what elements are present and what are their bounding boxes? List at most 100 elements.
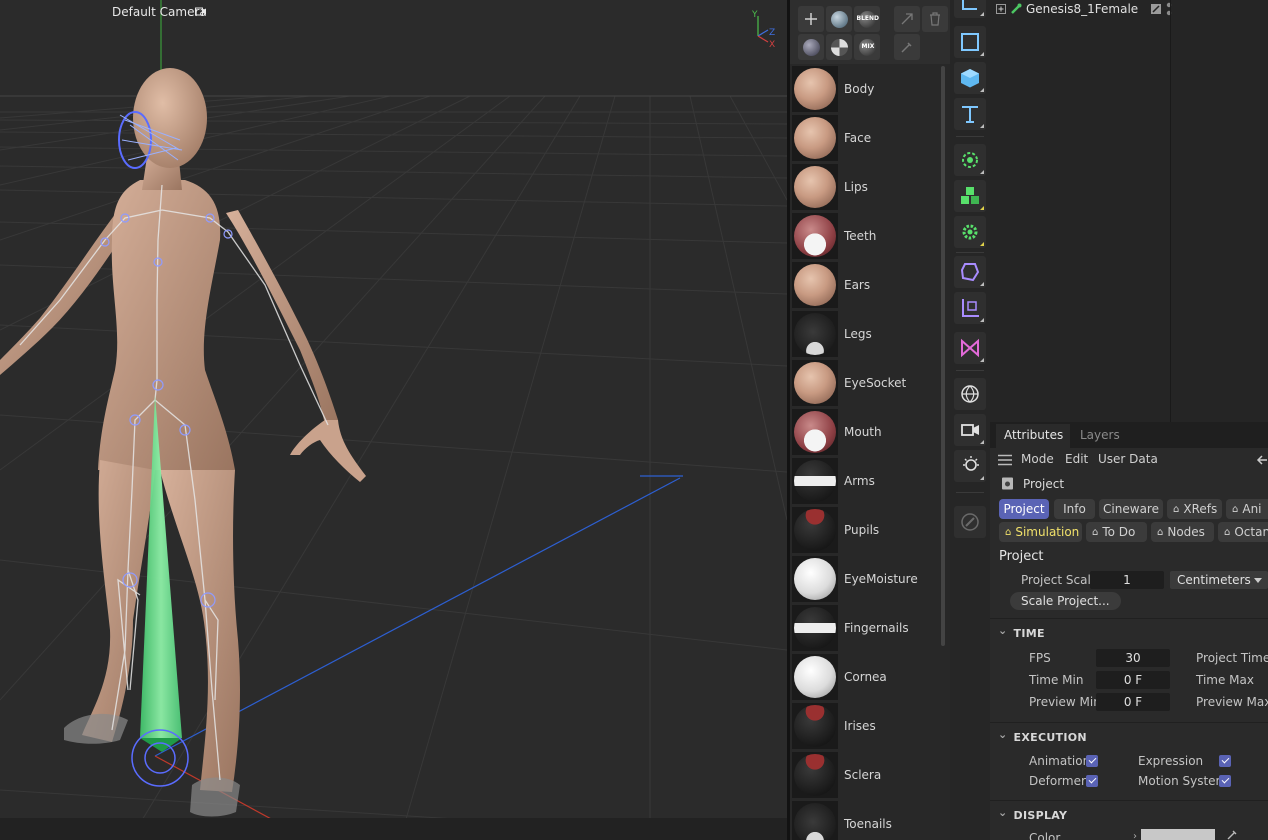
new-material-button[interactable] (826, 6, 852, 32)
tool-bend[interactable] (954, 292, 986, 324)
material-preview[interactable] (792, 506, 838, 553)
add-material-button[interactable] (798, 6, 824, 32)
material-preview[interactable] (792, 604, 838, 651)
tool-text[interactable] (954, 98, 986, 130)
eyedropper-button[interactable] (894, 34, 920, 60)
material-preview[interactable] (792, 359, 838, 406)
chip-nodes[interactable]: ⌂ Nodes (1151, 522, 1214, 542)
material-name[interactable]: Teeth (844, 229, 876, 243)
chip-xrefs[interactable]: ⌂ XRefs (1167, 499, 1222, 519)
project-scale-field[interactable]: 1 (1090, 571, 1164, 589)
expression-checkbox[interactable] (1219, 755, 1231, 767)
material-name[interactable]: Legs (844, 327, 872, 341)
time-min-field[interactable]: 0 F (1096, 671, 1170, 689)
motion-system-checkbox[interactable] (1219, 775, 1231, 787)
material-preview[interactable] (792, 408, 838, 455)
material-item[interactable]: Cornea (790, 652, 940, 701)
chip-animation[interactable]: ⌂ Ani (1226, 499, 1268, 519)
tool-selection[interactable] (954, 144, 986, 176)
material-preview[interactable] (792, 212, 838, 259)
tool-plane[interactable] (954, 26, 986, 58)
material-preview[interactable] (792, 457, 838, 504)
material-item[interactable]: Sclera (790, 750, 940, 799)
material-preview[interactable] (792, 653, 838, 700)
tool-camera[interactable] (954, 414, 986, 446)
tool-cube[interactable] (954, 62, 986, 94)
link-material-button[interactable] (894, 6, 920, 32)
camera-icon[interactable] (195, 7, 207, 17)
material-item[interactable]: Toenails (790, 799, 940, 840)
expand-plus-icon[interactable] (996, 4, 1006, 14)
material-name[interactable]: Fingernails (844, 621, 909, 635)
tool-paint[interactable] (954, 506, 986, 538)
menu-user-data[interactable]: User Data (1098, 452, 1158, 466)
material-name[interactable]: EyeSocket (844, 376, 906, 390)
menu-edit[interactable]: Edit (1065, 452, 1088, 466)
material-name[interactable]: Mouth (844, 425, 882, 439)
tool-environment[interactable] (954, 378, 986, 410)
chip-project[interactable]: Project (999, 499, 1049, 519)
time-section-toggle[interactable]: TIME (998, 627, 1045, 640)
material-item[interactable]: EyeMoisture (790, 554, 940, 603)
material-item[interactable]: Teeth (790, 211, 940, 260)
material-item[interactable]: Lips (790, 162, 940, 211)
fps-field[interactable]: 30 (1096, 649, 1170, 667)
material-preview[interactable] (792, 310, 838, 357)
chevron-right-icon[interactable]: › (1133, 831, 1137, 840)
material-name[interactable]: Toenails (844, 817, 892, 831)
material-scrollbar[interactable] (941, 66, 945, 646)
chip-info[interactable]: Info (1054, 499, 1095, 519)
material-name[interactable]: EyeMoisture (844, 572, 918, 586)
material-item[interactable]: Irises (790, 701, 940, 750)
menu-mode[interactable]: Mode (1021, 452, 1054, 466)
material-item[interactable]: EyeSocket (790, 358, 940, 407)
viewport-scene[interactable] (0, 0, 787, 840)
3d-viewport[interactable]: Default Camera Y Z X (0, 0, 787, 840)
material-name[interactable]: Cornea (844, 670, 887, 684)
material-name[interactable]: Lips (844, 180, 868, 194)
chip-simulation[interactable]: ⌂ Simulation (999, 522, 1082, 542)
tool-partial[interactable] (954, 0, 986, 18)
tool-effector[interactable] (954, 216, 986, 248)
material-item[interactable]: Fingernails (790, 603, 940, 652)
material-preview[interactable] (792, 163, 838, 210)
tool-spline[interactable] (954, 332, 986, 364)
material-name[interactable]: Pupils (844, 523, 879, 537)
material-preview[interactable] (792, 555, 838, 602)
display-section-toggle[interactable]: DISPLAY (998, 809, 1067, 822)
material-preview[interactable] (792, 261, 838, 308)
mix-material-button[interactable]: MIX (854, 34, 880, 60)
material-name[interactable]: Body (844, 82, 874, 96)
material-name[interactable]: Sclera (844, 768, 881, 782)
material-preview[interactable] (792, 800, 838, 840)
tab-layers[interactable]: Layers (1080, 428, 1120, 442)
chip-todo[interactable]: ⌂ To Do (1086, 522, 1147, 542)
tool-cloner[interactable] (954, 180, 986, 212)
edit-layer-icon[interactable] (1150, 3, 1162, 15)
material-item[interactable]: Mouth (790, 407, 940, 456)
material-item[interactable]: Face (790, 113, 940, 162)
color-picker-icon[interactable] (1226, 829, 1238, 840)
tab-attributes[interactable]: Attributes (1004, 428, 1063, 442)
material-name[interactable]: Arms (844, 474, 875, 488)
color-swatch[interactable] (1141, 829, 1215, 840)
tool-light[interactable] (954, 450, 986, 482)
material-item[interactable]: Arms (790, 456, 940, 505)
object-row[interactable]: Genesis8_1Female (996, 1, 1172, 17)
preview-min-field[interactable]: 0 F (1096, 693, 1170, 711)
hamburger-icon[interactable] (998, 454, 1012, 466)
material-name[interactable]: Ears (844, 278, 870, 292)
material-name[interactable]: Face (844, 131, 871, 145)
blend-material-button[interactable]: BLEND (854, 6, 880, 32)
scale-project-button[interactable]: Scale Project... (1010, 592, 1121, 610)
material-name[interactable]: Irises (844, 719, 876, 733)
chip-cineware[interactable]: Cineware (1099, 499, 1163, 519)
material-item[interactable]: Pupils (790, 505, 940, 554)
delete-material-button[interactable] (922, 6, 948, 32)
tool-deformer[interactable] (954, 256, 986, 288)
camera-label[interactable]: Default Camera (112, 5, 207, 19)
material-item[interactable]: Body (790, 64, 940, 113)
checker-material-button[interactable] (826, 34, 852, 60)
scale-unit-dropdown[interactable]: Centimeters (1170, 571, 1268, 589)
material-item[interactable]: Ears (790, 260, 940, 309)
